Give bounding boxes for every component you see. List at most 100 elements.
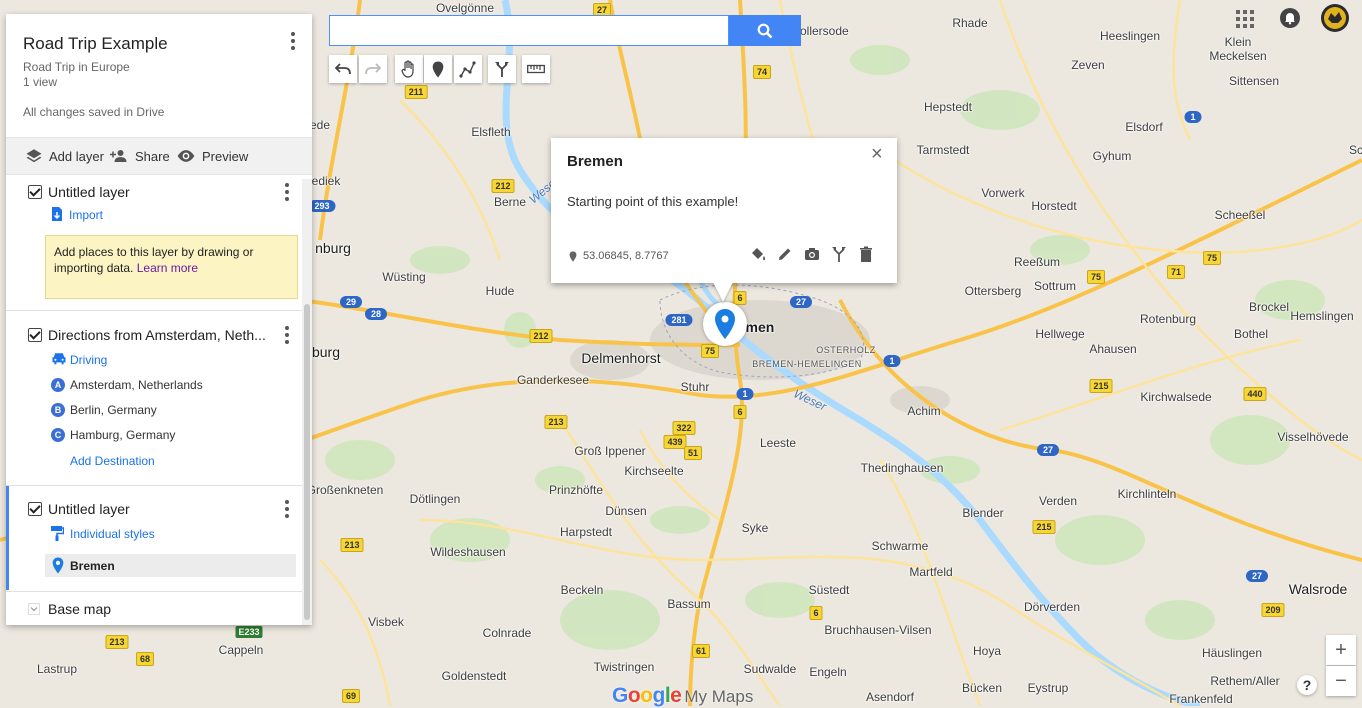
edit-pencil-icon[interactable] xyxy=(776,245,794,263)
map-label-harpstedt: Harpstedt xyxy=(559,525,613,539)
map-label-schwarme: Schwarme xyxy=(871,539,929,553)
map-label-ottersberg: Ottersberg xyxy=(964,284,1022,298)
road-shield: 212 xyxy=(491,179,515,193)
search-input[interactable] xyxy=(330,16,728,45)
marker-icon xyxy=(52,557,64,574)
bremen-marker-icon[interactable] xyxy=(714,308,736,340)
map-label-visbek: Visbek xyxy=(368,615,404,629)
zoom-out-button[interactable]: − xyxy=(1326,666,1356,696)
close-icon[interactable]: × xyxy=(871,143,883,166)
undo-button[interactable] xyxy=(329,55,357,83)
map-label-thedinghausen: Thedinghausen xyxy=(860,461,944,475)
layer1-visibility-checkbox[interactable] xyxy=(28,185,42,199)
road-shield: 27 xyxy=(1036,444,1060,456)
layer-divider xyxy=(6,485,302,486)
layer3-options-icon[interactable] xyxy=(277,499,297,519)
stop-b-place[interactable]: Berlin, Germany xyxy=(70,403,157,417)
hand-icon xyxy=(401,60,414,78)
import-link[interactable]: Import xyxy=(69,208,103,222)
map-label-lastrup: Lastrup xyxy=(36,662,78,676)
notifications-bell-icon[interactable] xyxy=(1280,8,1300,28)
map-label-prinzhoefte: Prinzhöfte xyxy=(548,483,604,497)
save-status: All changes saved in Drive xyxy=(23,105,165,119)
layer2-visibility-checkbox[interactable] xyxy=(28,328,42,342)
measure-button[interactable] xyxy=(522,55,550,83)
map-label-reessum: Reeßum xyxy=(1013,255,1061,269)
share-label: Share xyxy=(135,148,170,164)
travel-mode-link[interactable]: Driving xyxy=(70,353,107,367)
layer3-visibility-checkbox[interactable] xyxy=(28,502,42,516)
road-shield: 1 xyxy=(736,388,754,400)
base-map-label[interactable]: Base map xyxy=(48,601,111,617)
learn-more-link[interactable]: Learn more xyxy=(137,261,198,275)
layer2-name[interactable]: Directions from Amsterdam, Neth... xyxy=(48,327,270,343)
map-title[interactable]: Road Trip Example xyxy=(23,34,168,54)
undo-icon xyxy=(335,63,351,75)
road-shield: 213 xyxy=(544,415,568,429)
map-description[interactable]: Road Trip in Europe xyxy=(23,60,130,74)
map-label-hude: Hude xyxy=(485,284,515,298)
apps-grid-icon[interactable] xyxy=(1236,10,1254,28)
road-shield: 322 xyxy=(672,421,696,435)
map-label-frankenfeld: Frankenfeld xyxy=(1169,692,1233,706)
directions-button[interactable] xyxy=(488,55,516,83)
map-label-rotenburg: Rotenburg xyxy=(1139,312,1197,326)
feature-bremen-label[interactable]: Bremen xyxy=(70,559,115,573)
redo-button[interactable] xyxy=(359,55,387,83)
layer2-options-icon[interactable] xyxy=(277,325,297,345)
help-button[interactable]: ? xyxy=(1297,675,1317,695)
road-shield: 281 xyxy=(665,314,693,326)
zoom-in-button[interactable]: + xyxy=(1326,635,1356,665)
draw-line-button[interactable] xyxy=(454,55,482,83)
share-button[interactable]: Share xyxy=(109,138,170,174)
road-shield: 75 xyxy=(700,344,720,358)
road-shield: 1 xyxy=(883,355,901,367)
directions-to-here-icon[interactable] xyxy=(830,245,848,263)
stop-a-place[interactable]: Amsterdam, Netherlands xyxy=(70,378,203,392)
map-city-delmenhorst: Delmenhorst xyxy=(581,350,661,366)
panel-scrollbar-thumb[interactable] xyxy=(304,304,310,620)
layer1-name[interactable]: Untitled layer xyxy=(48,184,268,200)
map-label-vorwerk: Vorwerk xyxy=(981,186,1025,200)
road-shield: 215 xyxy=(1089,379,1113,393)
map-label-elsdorf: Elsdorf xyxy=(1125,120,1163,134)
account-avatar[interactable] xyxy=(1321,4,1349,32)
map-label-asendorf: Asendorf xyxy=(865,690,915,704)
map-options-menu-icon[interactable] xyxy=(283,31,303,51)
add-layer-button[interactable]: Add layer xyxy=(25,138,104,174)
map-district-hemelingen: BREMEN-HEMELINGEN xyxy=(752,359,862,369)
map-label-ganderkesee: Ganderkesee xyxy=(516,373,590,387)
select-hand-button[interactable] xyxy=(395,55,423,83)
layer1-options-icon[interactable] xyxy=(277,182,297,202)
add-destination-link[interactable]: Add Destination xyxy=(70,454,155,468)
map-label-hoya: Hoya xyxy=(972,644,1002,658)
road-shield: 209 xyxy=(1261,603,1285,617)
stop-c-badge: C xyxy=(51,428,65,442)
map-label-klein-meckelsen: Klein Meckelsen xyxy=(1209,35,1267,63)
road-shield: 6 xyxy=(809,606,823,620)
map-label-heeslingen: Heeslingen xyxy=(1099,29,1161,43)
road-shield: 29 xyxy=(339,296,363,308)
map-label-sudwalde: Sudwalde xyxy=(743,662,797,676)
stop-c-place[interactable]: Hamburg, Germany xyxy=(70,428,175,442)
info-description: Starting point of this example! xyxy=(567,194,739,209)
map-label-engeln: Engeln xyxy=(809,665,847,679)
individual-styles-link[interactable]: Individual styles xyxy=(70,527,155,541)
road-shield: 6 xyxy=(733,291,747,305)
map-label-bruchhausen-vilsen: Bruchhausen-Vilsen xyxy=(824,623,932,637)
camera-icon[interactable] xyxy=(803,245,821,263)
expand-arrow-icon[interactable] xyxy=(28,603,40,615)
add-marker-button[interactable] xyxy=(424,55,452,83)
style-paint-bucket-icon[interactable] xyxy=(749,245,767,263)
map-label-sc: Sc xyxy=(1348,143,1362,157)
delete-trash-icon[interactable] xyxy=(857,245,875,263)
layers-icon xyxy=(26,149,42,163)
road-shield: 211 xyxy=(404,85,428,99)
road-shield: 75 xyxy=(1202,251,1222,265)
layer3-name[interactable]: Untitled layer xyxy=(48,501,268,517)
preview-button[interactable]: Preview xyxy=(176,138,248,174)
map-label-duensen: Dünsen xyxy=(605,504,647,518)
logo-mymaps-text: My Maps xyxy=(684,687,754,706)
road-shield: 215 xyxy=(1032,520,1056,534)
search-button[interactable] xyxy=(729,15,801,46)
